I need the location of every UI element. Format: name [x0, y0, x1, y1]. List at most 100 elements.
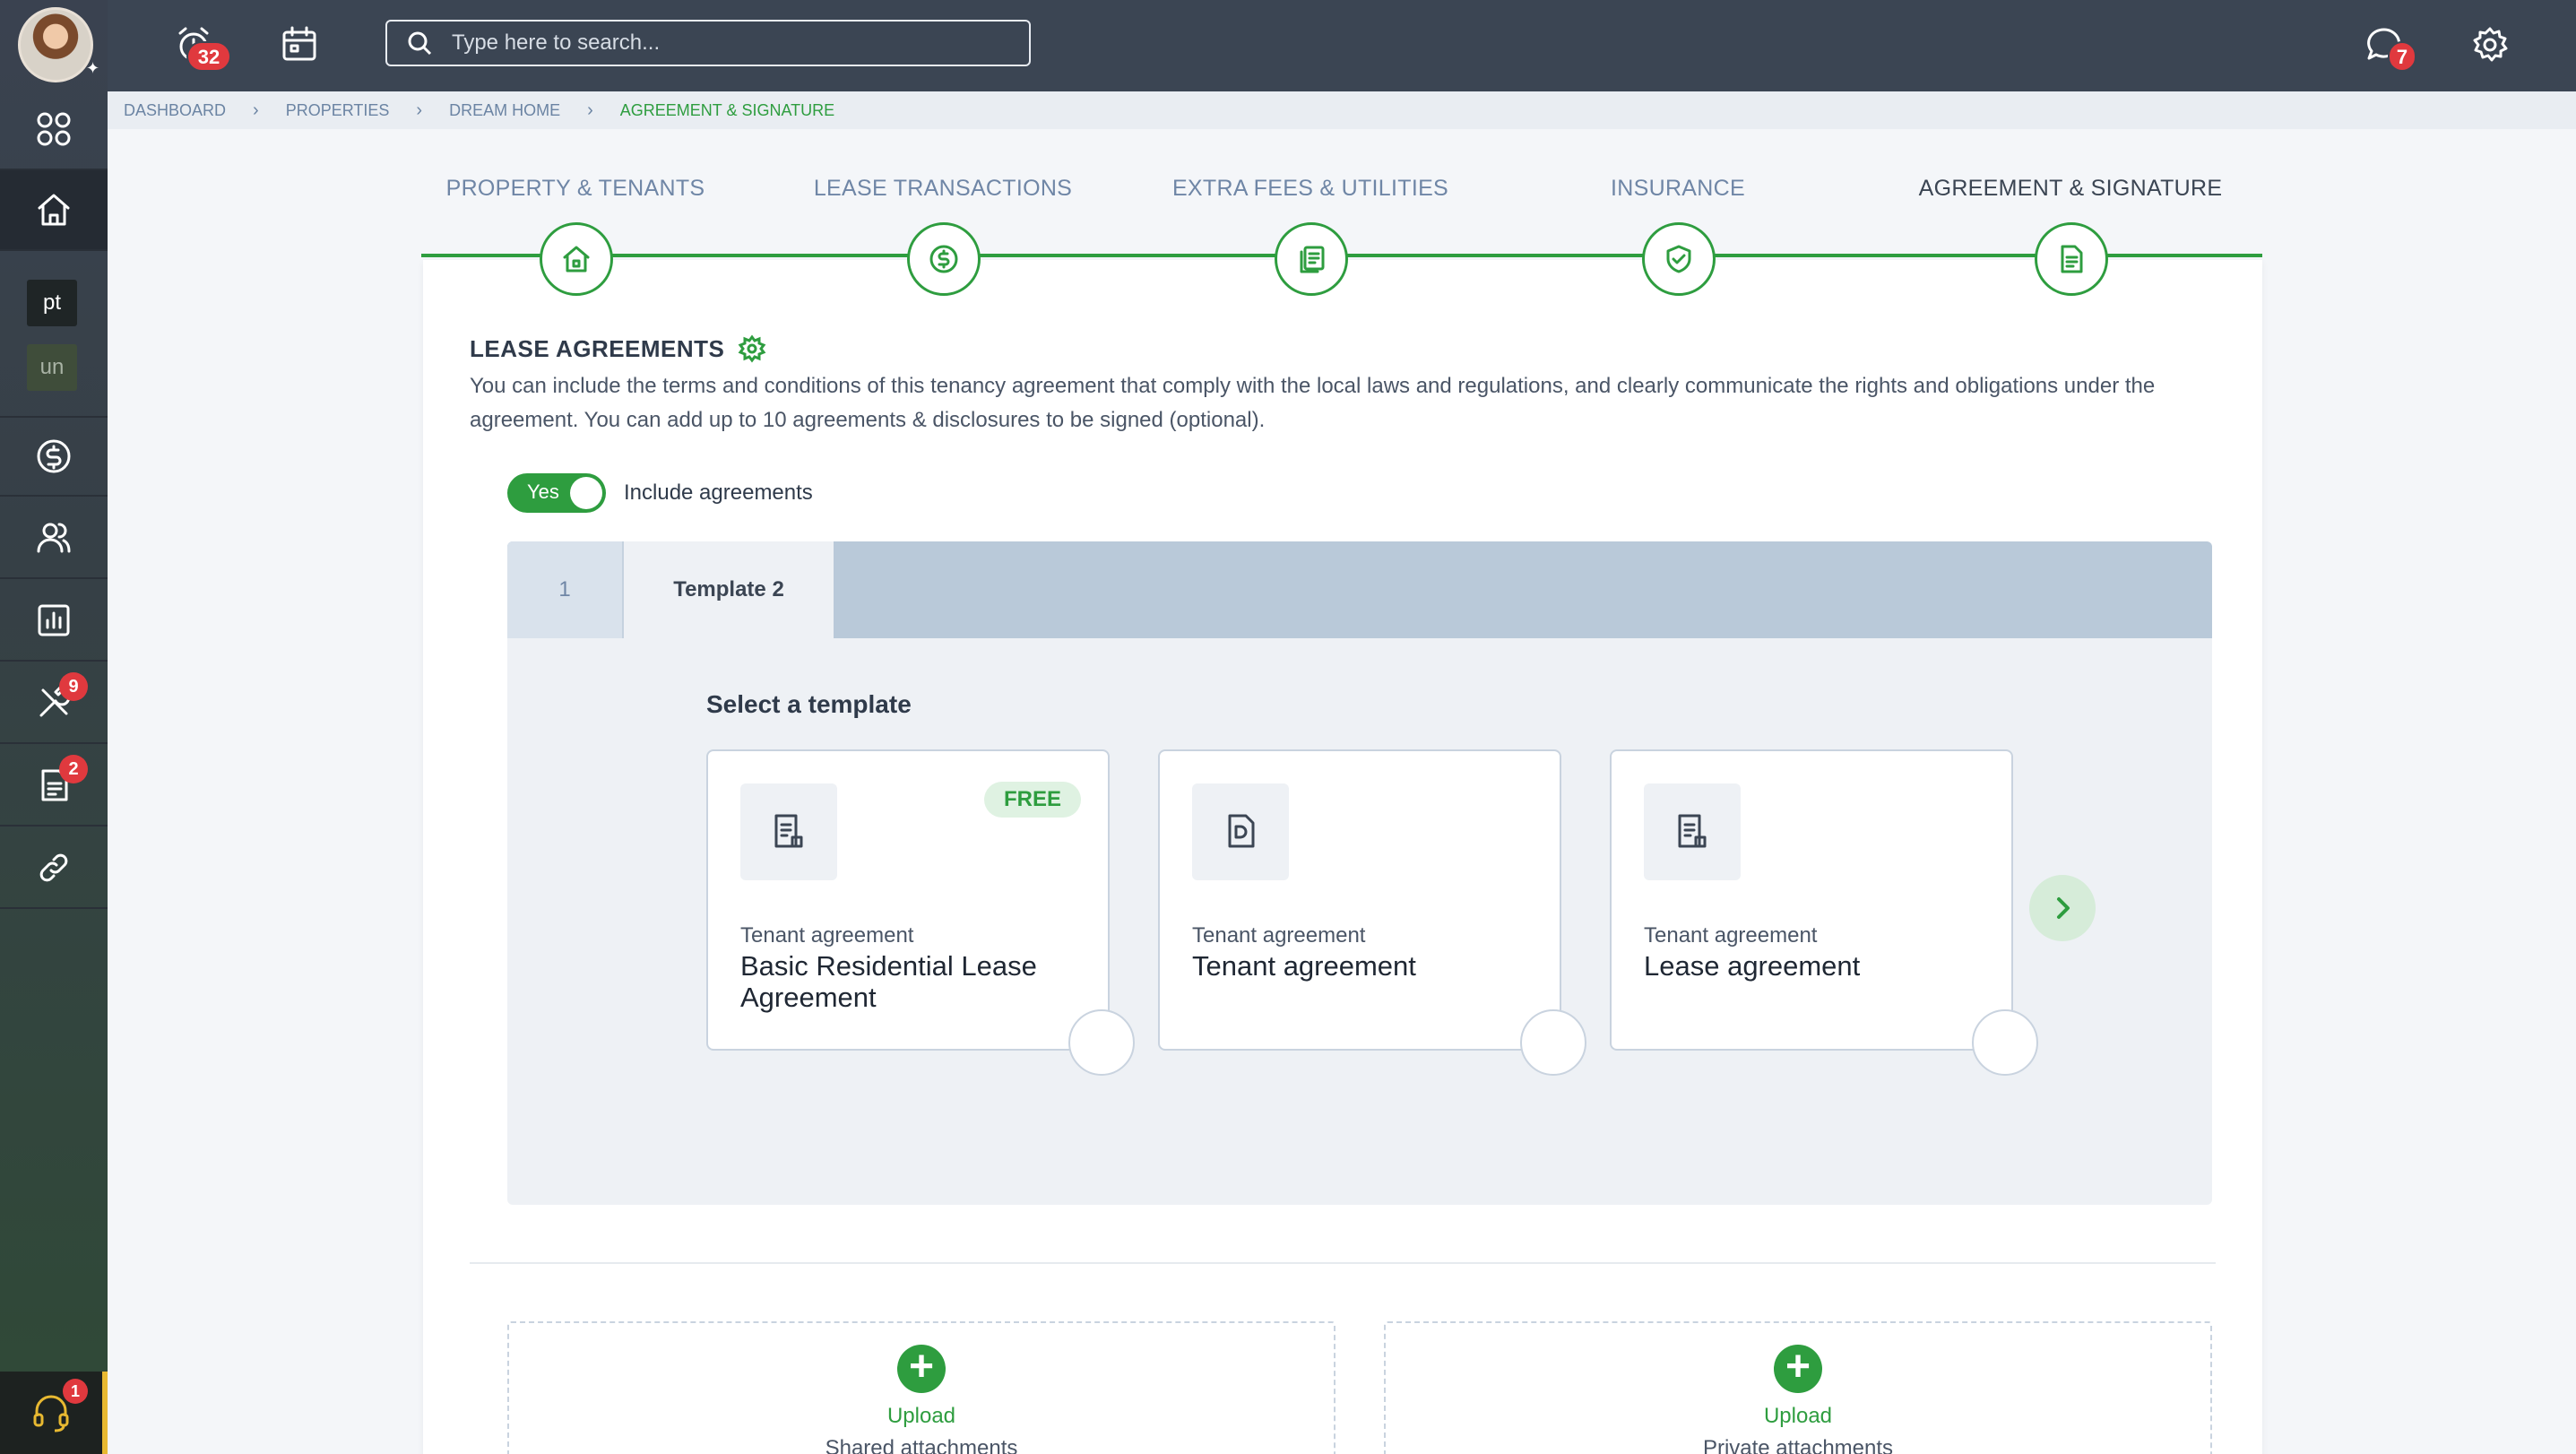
avatar[interactable] [18, 7, 93, 82]
shield-icon [1666, 245, 1691, 273]
search-icon [408, 31, 432, 56]
alarm-button[interactable]: 32 [167, 18, 231, 72]
sidebar-item-people[interactable] [0, 498, 108, 579]
template-radio[interactable] [1520, 1009, 1586, 1076]
template-category: Tenant agreement [740, 923, 914, 948]
gear-icon[interactable] [737, 333, 767, 364]
next-templates-button[interactable] [2029, 875, 2096, 941]
calendar-icon [282, 26, 316, 61]
breadcrumb-current: AGREEMENT & SIGNATURE [619, 100, 835, 119]
upload-sub-label: Shared attachments [825, 1436, 1018, 1454]
tabs-bar: 1 Template 2 [507, 541, 2212, 638]
pdf-document-icon [1228, 814, 1255, 848]
template-category: Tenant agreement [1192, 923, 1366, 948]
upload-label: Upload [886, 1404, 956, 1428]
chevron-right-icon: › [416, 100, 423, 120]
maintenance-badge: 9 [59, 672, 88, 701]
select-template-heading: Select a template [706, 690, 912, 718]
step-circle [2035, 222, 2108, 296]
include-agreements-row: Yes Include agreements [507, 473, 813, 513]
step-circle [540, 222, 613, 296]
tab-1[interactable]: 1 [507, 541, 622, 638]
step-circle [1642, 222, 1716, 296]
search-bar[interactable] [385, 20, 1031, 66]
support-badge: 1 [63, 1379, 88, 1404]
divider [470, 1262, 2216, 1264]
template-name: Lease agreement [1644, 950, 1861, 982]
sidebar-item-reports[interactable] [0, 581, 108, 662]
sidebar-item-dashboard[interactable] [0, 90, 108, 170]
breadcrumb: DASHBOARD › PROPERTIES › DREAM HOME › AG… [108, 91, 2576, 129]
upload-private-attachments[interactable]: + Upload Private attachments [1384, 1321, 2212, 1454]
sidebar-item-maintenance[interactable]: 9 [0, 663, 108, 744]
free-badge: FREE [983, 782, 1081, 818]
step-extra-fees[interactable]: EXTRA FEES & UTILITIES [1131, 170, 1490, 296]
step-property-tenants[interactable]: PROPERTY & TENANTS [396, 170, 755, 296]
step-label: PROPERTY & TENANTS [445, 176, 705, 201]
step-label: AGREEMENT & SIGNATURE [1918, 176, 2223, 201]
step-agreement-signature[interactable]: AGREEMENT & SIGNATURE [1891, 170, 2250, 296]
breadcrumb-dream-home[interactable]: DREAM HOME [449, 101, 560, 120]
include-agreements-toggle[interactable]: Yes [507, 473, 606, 513]
people-icon [37, 523, 71, 553]
support-button[interactable]: 1 [0, 1372, 108, 1454]
upload-label: Upload [1763, 1404, 1833, 1428]
home-icon [38, 194, 70, 226]
plus-icon: + [1774, 1345, 1822, 1393]
section-description: You can include the terms and conditions… [470, 374, 2156, 432]
step-insurance[interactable]: INSURANCE [1499, 170, 1857, 296]
step-label: INSURANCE [1611, 176, 1745, 201]
link-icon [39, 853, 68, 882]
section-title: LEASE AGREEMENTS [470, 333, 767, 364]
template-card[interactable]: FREE Tenant agreement Basic Residential … [706, 749, 1135, 1076]
topbar: 32 7 [108, 0, 2576, 91]
template-thumbnail [740, 783, 837, 880]
settings-button[interactable] [2463, 18, 2517, 72]
toggle-knob [570, 477, 602, 509]
template-card[interactable]: Tenant agreement Lease agreement [1610, 749, 2038, 1076]
alarm-badge: 32 [186, 41, 231, 72]
step-lease-transactions[interactable]: LEASE TRANSACTIONS [764, 170, 1122, 296]
template-radio[interactable] [1972, 1009, 2038, 1076]
documents-badge: 2 [59, 755, 88, 783]
toggle-value: Yes [527, 480, 559, 503]
document-icon [2061, 245, 2083, 273]
breadcrumb-properties[interactable]: PROPERTIES [286, 101, 390, 120]
step-circle [1275, 222, 1348, 296]
toggle-label: Include agreements [624, 480, 813, 505]
sidebar-item-pt[interactable]: pt [27, 280, 77, 326]
template-card[interactable]: Tenant agreement Tenant agreement [1158, 749, 1586, 1076]
sidebar-item-documents[interactable]: 2 [0, 746, 108, 827]
sidebar-item-un[interactable]: un [27, 344, 77, 391]
template-name: Basic Residential Lease Agreement [740, 950, 1037, 1013]
chat-badge: 7 [2388, 41, 2416, 72]
sidebar-item-accounting[interactable] [0, 416, 108, 497]
step-label: LEASE TRANSACTIONS [813, 176, 1073, 201]
agreements-panel: 1 Template 2 Select a template FREE Tena… [507, 541, 2212, 1205]
template-thumbnail [1644, 783, 1741, 880]
template-category: Tenant agreement [1644, 923, 1818, 948]
plus-icon: + [897, 1345, 946, 1393]
template-radio[interactable] [1068, 1009, 1135, 1076]
document-icon [774, 814, 803, 848]
search-input[interactable] [452, 30, 1007, 56]
main-card: LEASE AGREEMENTS You can include the ter… [423, 260, 2262, 1454]
breadcrumb-dashboard[interactable]: DASHBOARD [124, 101, 226, 120]
gear-icon [2473, 27, 2508, 62]
tab-template-2[interactable]: Template 2 [622, 541, 834, 638]
sidebar-item-properties[interactable] [0, 170, 108, 251]
chevron-right-icon: › [253, 100, 259, 120]
upload-sub-label: Private attachments [1702, 1436, 1894, 1454]
sidebar-item-links[interactable] [0, 828, 108, 909]
grid-icon [37, 112, 71, 146]
chat-button[interactable]: 7 [2357, 18, 2416, 72]
calendar-button[interactable] [272, 18, 326, 72]
upload-shared-attachments[interactable]: + Upload Shared attachments [507, 1321, 1336, 1454]
pin-icon: ✦ [86, 59, 100, 77]
dollar-icon [37, 439, 71, 473]
chart-icon [38, 604, 70, 636]
dollar-icon [929, 245, 958, 273]
sidebar: ✦ pt un 9 2 1 [0, 0, 108, 1454]
wizard-stepper: PROPERTY & TENANTS LEASE TRANSACTIONS EX… [421, 170, 2262, 296]
bills-icon [1300, 246, 1325, 273]
